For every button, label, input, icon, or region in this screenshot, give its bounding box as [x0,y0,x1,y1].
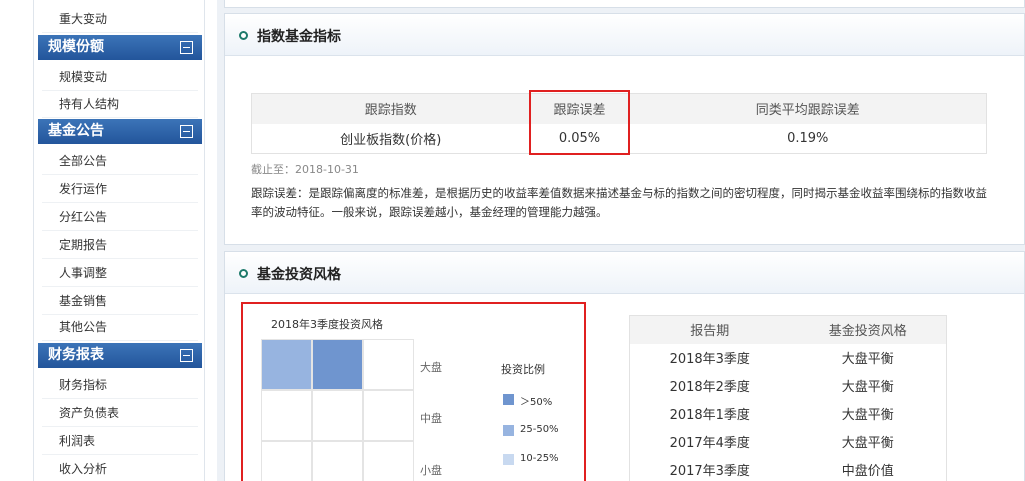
table-cell: 大盘平衡 [841,352,894,367]
sidebar-item-all-announcements[interactable]: 全部公告 [42,148,198,175]
collapse-icon[interactable] [180,41,193,54]
column-header: 报告期 [629,315,790,344]
sidebar-group-financials[interactable]: 财务报表 [38,343,202,368]
table-header-row: 报告期 基金投资风格 [629,315,947,344]
sidebar-item-label: 定期报告 [59,238,108,252]
sidebar-item-label: 全部公告 [59,154,108,168]
table-row: 2018年2季度 大盘平衡 [630,372,947,400]
sidebar-item-dividend[interactable]: 分红公告 [42,204,198,231]
table-row: 2017年4季度 大盘平衡 [630,428,947,456]
column-header: 基金投资风格 [789,315,947,344]
highlight-box [241,302,586,481]
highlight-box [529,90,630,155]
sidebar-item-label: 收入分析 [59,462,108,476]
collapse-icon[interactable] [180,349,193,362]
table-cell: 大盘平衡 [841,408,894,423]
table-cell: 0.19% [787,130,829,146]
table-cell: 2018年3季度 [669,352,750,367]
panel-header: 基金投资风格 [225,252,1024,294]
sidebar-item-label: 利润表 [59,434,96,448]
sidebar-item-holder-structure[interactable]: 持有人结构 [42,91,198,118]
sidebar-item-label: 重大变动 [59,12,108,26]
table-cell: 2018年2季度 [669,380,750,395]
table-cell: 2017年4季度 [669,436,750,451]
sidebar: 重大变动 规模份额 规模变动 持有人结构 基金公告 全部公告 发行运作 分红公告… [33,0,205,481]
sidebar-item-personnel[interactable]: 人事调整 [42,260,198,287]
sidebar-item-label: 发行运作 [59,182,108,196]
sidebar-item-income-statement[interactable]: 利润表 [42,428,198,455]
sidebar-item-label: 财务指标 [59,378,108,392]
sidebar-item-label: 其他公告 [59,320,108,334]
index-fund-panel: 指数基金指标 跟踪指数 跟踪误差 同类平均跟踪误差 创业板指数(价格) 0.05… [224,13,1025,245]
bullet-icon [239,31,248,40]
sidebar-group-title: 规模份额 [48,39,104,55]
column-header: 跟踪指数 [251,93,530,124]
sidebar-item-label: 人事调整 [59,266,108,280]
bullet-icon [239,269,248,278]
sidebar-group-title: 基金公告 [48,123,104,139]
sidebar-item-label: 资产负债表 [59,406,120,420]
column-header: 同类平均跟踪误差 [629,93,987,124]
style-history-table: 报告期 基金投资风格 2018年3季度 大盘平衡 2018年2季度 大盘平衡 2… [629,315,947,481]
sidebar-item-revenue-analysis[interactable]: 收入分析 [42,456,198,481]
table-row: 2018年1季度 大盘平衡 [630,400,947,428]
table-cell: 2018年1季度 [669,408,750,423]
panel-header: 指数基金指标 [225,14,1024,56]
sidebar-group-title: 财务报表 [48,347,104,363]
table-cell: 大盘平衡 [841,436,894,451]
sidebar-item-label: 持有人结构 [59,97,120,111]
sidebar-item-periodic-report[interactable]: 定期报告 [42,232,198,259]
table-cell: 2017年3季度 [669,463,750,479]
collapse-icon[interactable] [180,125,193,138]
tracking-error-note: 跟踪误差：是跟踪偏离度的标准差，是根据历史的收益率差值数据来描述基金与标的指数之… [251,186,987,219]
previous-panel-edge [224,0,1025,8]
sidebar-item-balance-sheet[interactable]: 资产负债表 [42,400,198,427]
sidebar-item-financial-indicators[interactable]: 财务指标 [42,372,198,399]
sidebar-item-label: 分红公告 [59,210,108,224]
sidebar-item-sales[interactable]: 基金销售 [42,288,198,315]
table-cell: 中盘价值 [841,463,894,479]
table-cell: 创业板指数(价格) [340,132,442,148]
sidebar-item-other[interactable]: 其他公告 [42,314,198,341]
sidebar-group-scale[interactable]: 规模份额 [38,35,202,60]
sidebar-item-scale-change[interactable]: 规模变动 [42,64,198,91]
sidebar-item-major-changes[interactable]: 重大变动 [42,6,198,33]
sidebar-item-label: 规模变动 [59,70,108,84]
panel-title: 基金投资风格 [257,267,341,283]
investment-style-panel: 基金投资风格 2018年3季度投资风格 大盘 中盘 小盘 投资比例 ＞50% 2… [224,251,1025,481]
as-of-date: 截止至：2018-10-31 [251,163,359,176]
table-row: 2017年3季度 中盘价值 [630,456,947,481]
table-row: 2018年3季度 大盘平衡 [630,344,947,372]
sidebar-item-issuance[interactable]: 发行运作 [42,176,198,203]
panel-title: 指数基金指标 [257,29,341,45]
table-cell: 大盘平衡 [841,380,894,395]
sidebar-group-announcements[interactable]: 基金公告 [38,119,202,144]
sidebar-item-label: 基金销售 [59,294,108,308]
